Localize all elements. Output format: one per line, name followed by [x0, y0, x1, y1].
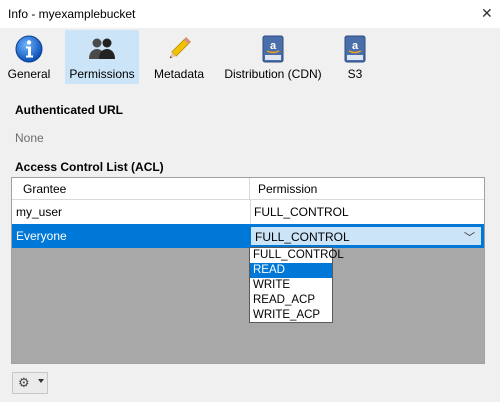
amazon-drive-icon: a	[262, 35, 284, 63]
chevron-down-icon[interactable]: ﹀	[464, 229, 475, 245]
dropdown-arrow-icon	[38, 379, 44, 383]
acl-heading: Access Control List (ACL)	[15, 160, 164, 174]
tab-distribution-label: Distribution (CDN)	[224, 67, 322, 81]
dropdown-option[interactable]: WRITE	[250, 278, 332, 293]
dropdown-option[interactable]: READ_ACP	[250, 293, 332, 308]
combobox-value: FULL_CONTROL	[255, 230, 350, 244]
dropdown-option[interactable]: FULL_CONTROL	[250, 248, 344, 263]
info-window: Info - myexamplebucket ✕ General Permiss…	[0, 0, 500, 402]
permission-combobox[interactable]: FULL_CONTROL ﹀	[250, 226, 482, 246]
users-icon	[89, 38, 115, 59]
acl-table: Grantee Permission my_user FULL_CONTROL …	[11, 177, 485, 364]
tab-permissions-label: Permissions	[69, 67, 135, 81]
tab-general[interactable]: General	[2, 30, 56, 84]
grantee-cell: Everyone	[16, 229, 67, 243]
permission-dropdown-list: FULL_CONTROL READ WRITE READ_ACP WRITE_A…	[249, 247, 344, 323]
tab-s3-label: S3	[347, 67, 363, 81]
gear-icon: ⚙	[18, 375, 30, 390]
table-row[interactable]: my_user FULL_CONTROL	[12, 200, 484, 224]
tab-metadata[interactable]: Metadata	[148, 30, 210, 84]
amazon-drive-icon: a	[344, 35, 366, 63]
column-header-grantee[interactable]: Grantee	[23, 182, 66, 196]
pencil-icon	[169, 37, 191, 59]
tab-distribution-cdn[interactable]: a Distribution (CDN)	[221, 30, 325, 84]
dropdown-option-highlighted[interactable]: READ	[250, 263, 332, 278]
window-title: Info - myexamplebucket	[8, 7, 136, 21]
permission-cell[interactable]: FULL_CONTROL	[250, 200, 484, 224]
auth-url-value: None	[15, 131, 44, 145]
actions-menu-button[interactable]: ⚙	[12, 372, 48, 394]
svg-text:a: a	[270, 40, 277, 52]
info-icon	[15, 35, 43, 63]
tab-permissions[interactable]: Permissions	[65, 30, 139, 84]
tab-metadata-label: Metadata	[153, 67, 205, 81]
dropdown-option[interactable]: WRITE_ACP	[250, 308, 332, 323]
table-row-selected[interactable]: Everyone FULL_CONTROL ﹀	[12, 224, 484, 248]
tab-s3[interactable]: a S3	[335, 30, 375, 84]
close-button[interactable]: ✕	[472, 0, 500, 28]
grantee-cell: my_user	[16, 205, 63, 219]
column-divider[interactable]	[249, 178, 250, 199]
close-icon: ✕	[481, 5, 493, 21]
auth-url-heading: Authenticated URL	[15, 103, 123, 117]
acl-header: Grantee Permission	[12, 178, 484, 200]
permission-value: FULL_CONTROL	[254, 205, 349, 219]
column-header-permission[interactable]: Permission	[258, 182, 317, 196]
svg-text:a: a	[352, 40, 359, 52]
title-bar: Info - myexamplebucket ✕	[0, 0, 500, 28]
tab-general-label: General	[7, 67, 51, 81]
